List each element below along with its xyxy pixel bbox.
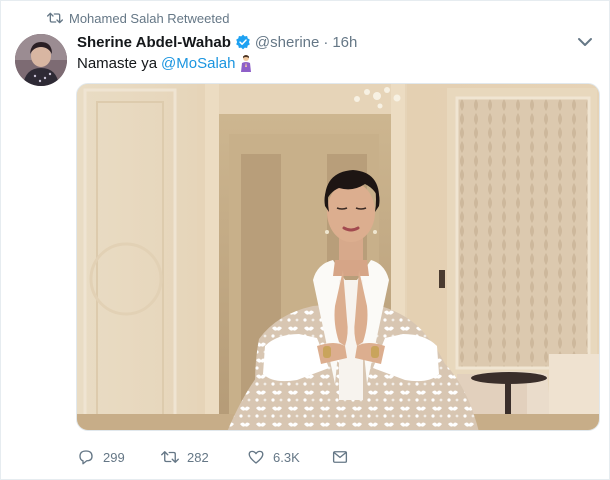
author-display-name[interactable]: Sherine Abdel-Wahab [77,34,231,51]
direct-message-button[interactable] [331,448,361,466]
reply-count: 299 [103,449,125,465]
retweet-button[interactable]: 282 [161,448,247,466]
author-avatar[interactable] [15,34,67,86]
retweet-icon [47,12,63,24]
tweet-photo[interactable] [76,83,600,431]
verified-badge-icon [236,34,250,50]
reply-button[interactable]: 299 [77,448,161,466]
tweet-header: Sherine Abdel-Wahab @sherine · 16h [77,32,357,52]
like-button[interactable]: 6.3K [247,448,331,466]
retweet-context-text[interactable]: Mohamed Salah Retweeted [69,11,229,26]
retweet-context: Mohamed Salah Retweeted [47,9,229,27]
author-handle[interactable]: @sherine [255,34,319,51]
tweet-text: Namaste ya @MoSalah [77,54,253,72]
tweet-timestamp[interactable]: 16h [332,34,357,51]
tweet-actions: 299 282 6.3K [77,445,361,469]
tweet-card[interactable]: Mohamed Salah Retweeted Sherine Abdel-Wa… [0,0,610,480]
retweet-icon [161,451,179,463]
mention-link[interactable]: @MoSalah [161,55,235,72]
like-count: 6.3K [273,449,300,465]
header-separator: · [323,33,329,51]
retweet-count: 282 [187,449,209,465]
chevron-down-icon[interactable] [577,35,593,49]
heart-icon [248,450,264,464]
tweet-text-body: Namaste ya [77,54,158,72]
reply-icon [79,450,93,465]
direct-message-icon [332,451,348,463]
person-with-folded-hands-emoji [241,55,252,72]
